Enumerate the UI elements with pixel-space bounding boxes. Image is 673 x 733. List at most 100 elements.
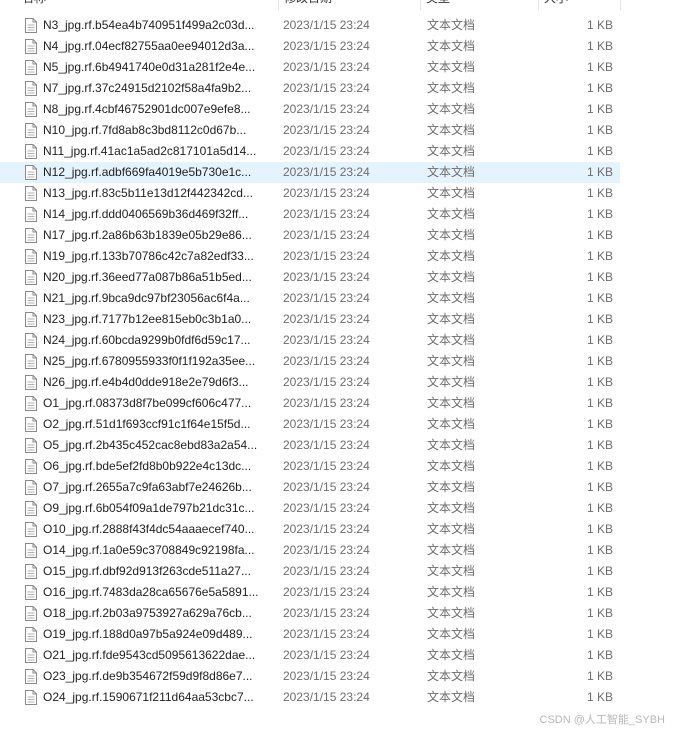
column-divider[interactable] (620, 0, 621, 10)
file-modified-date: 2023/1/15 23:24 (283, 690, 370, 704)
file-row[interactable]: O2_jpg.rf.51d1f693ccf91c1f64e15f5d... 202… (0, 414, 620, 435)
file-row[interactable]: N26_jpg.rf.e4b4d0dde918e2e79d6f3... 2023/… (0, 372, 620, 393)
text-document-icon (25, 144, 37, 159)
file-size: 1 KB (586, 60, 613, 74)
file-size: 1 KB (586, 669, 613, 683)
file-list: N3_jpg.rf.b54ea4b740951f499a2c03d... 2023… (0, 15, 620, 708)
file-row[interactable]: N4_jpg.rf.04ecf82755aa0ee94012d3a... 2023… (0, 36, 620, 57)
file-row[interactable]: O5_jpg.rf.2b435c452cac8ebd83a2a54... 2023… (0, 435, 620, 456)
file-row[interactable]: O18_jpg.rf.2b03a9753927a629a76cb... 2023/… (0, 603, 620, 624)
file-row[interactable]: N24_jpg.rf.60bcda9299b0fdf6d59c17... 2023… (0, 330, 620, 351)
file-size: 1 KB (586, 354, 613, 368)
file-modified-date: 2023/1/15 23:24 (283, 627, 370, 641)
file-row[interactable]: N19_jpg.rf.133b70786c42c7a82edf33... 2023… (0, 246, 620, 267)
file-size: 1 KB (586, 123, 613, 137)
file-row[interactable]: O23_jpg.rf.de9b354672f59d9f8d86e7... 2023… (0, 666, 620, 687)
file-name: O16_jpg.rf.7483da28ca65676e5a5891... (43, 585, 259, 599)
text-document-icon (25, 669, 37, 684)
file-name: O18_jpg.rf.2b03a9753927a629a76cb... (43, 606, 252, 620)
file-type: 文本文档 (427, 312, 476, 326)
file-row[interactable]: N12_jpg.rf.adbf669fa4019e5b730e1c... 2023… (0, 162, 620, 183)
file-row[interactable]: O21_jpg.rf.fde9543cd5095613622dae... 2023… (0, 645, 620, 666)
file-modified-date: 2023/1/15 23:24 (283, 585, 370, 599)
text-document-icon (25, 564, 37, 579)
file-size: 1 KB (586, 648, 613, 662)
file-modified-date: 2023/1/15 23:24 (283, 228, 370, 242)
file-type: 文本文档 (427, 564, 476, 578)
file-type: 文本文档 (427, 207, 476, 221)
file-size: 1 KB (586, 543, 613, 557)
file-type: 文本文档 (427, 459, 476, 473)
file-size: 1 KB (586, 18, 613, 32)
text-document-icon (25, 60, 37, 75)
file-row[interactable]: O19_jpg.rf.188d0a97b5a924e09d489... 2023/… (0, 624, 620, 645)
file-row[interactable]: O15_jpg.rf.dbf92d913f263cde511a27... 2023… (0, 561, 620, 582)
text-document-icon (25, 249, 37, 264)
text-document-icon (25, 543, 37, 558)
file-row[interactable]: O6_jpg.rf.bde5ef2fd8b0b922e4c13dc... 2023… (0, 456, 620, 477)
file-modified-date: 2023/1/15 23:24 (283, 480, 370, 494)
file-modified-date: 2023/1/15 23:24 (283, 186, 370, 200)
file-name: N3_jpg.rf.b54ea4b740951f499a2c03d... (43, 18, 255, 32)
file-row[interactable]: O7_jpg.rf.2655a7c9fa63abf7e24626b... 2023… (0, 477, 620, 498)
file-row[interactable]: O1_jpg.rf.08373d8f7be099cf606c477... 2023… (0, 393, 620, 414)
file-name: O14_jpg.rf.1a0e59c3708849c92198fa... (43, 543, 255, 557)
text-document-icon (25, 354, 37, 369)
text-document-icon (25, 417, 37, 432)
file-row[interactable]: N17_jpg.rf.2a86b63b1839e05b29e86... 2023/… (0, 225, 620, 246)
file-name: O23_jpg.rf.de9b354672f59d9f8d86e7... (43, 669, 253, 683)
text-document-icon (25, 312, 37, 327)
file-size: 1 KB (586, 417, 613, 431)
file-row[interactable]: O14_jpg.rf.1a0e59c3708849c92198fa... 2023… (0, 540, 620, 561)
file-type: 文本文档 (427, 375, 476, 389)
file-row[interactable]: N11_jpg.rf.41ac1a5ad2c817101a5d14... 2023… (0, 141, 620, 162)
file-row[interactable]: N14_jpg.rf.ddd0406569b36d469f32ff... 2023… (0, 204, 620, 225)
text-document-icon (25, 648, 37, 663)
file-size: 1 KB (586, 165, 613, 179)
file-row[interactable]: N23_jpg.rf.7177b12ee815eb0c3b1a0... 2023/… (0, 309, 620, 330)
text-document-icon (25, 480, 37, 495)
file-name: N10_jpg.rf.7fd8ab8c3bd8112c0d67b... (43, 123, 247, 137)
file-name: N14_jpg.rf.ddd0406569b36d469f32ff... (43, 207, 249, 221)
file-row[interactable]: O9_jpg.rf.6b054f09a1de797b21dc31c... 2023… (0, 498, 620, 519)
file-row[interactable]: N21_jpg.rf.9bca9dc97bf23056ac6f4a... 2023… (0, 288, 620, 309)
file-name: N20_jpg.rf.36eed77a087b86a51b5ed... (43, 270, 252, 284)
file-row[interactable]: N25_jpg.rf.6780955933f0f1f192a35ee... 202… (0, 351, 620, 372)
file-row[interactable]: N13_jpg.rf.83c5b11e13d12f442342cd... 2023… (0, 183, 620, 204)
file-row[interactable]: N7_jpg.rf.37c24915d2102f58a4fa9b2... 2023… (0, 78, 620, 99)
watermark: CSDN @人工智能_SYBH (539, 714, 665, 726)
file-type: 文本文档 (427, 270, 476, 284)
file-row[interactable]: N10_jpg.rf.7fd8ab8c3bd8112c0d67b... 2023/… (0, 120, 620, 141)
file-size: 1 KB (586, 564, 613, 578)
file-modified-date: 2023/1/15 23:24 (283, 102, 370, 116)
file-modified-date: 2023/1/15 23:24 (283, 18, 370, 32)
file-row[interactable]: O10_jpg.rf.2888f43f4dc54aaaecef740... 202… (0, 519, 620, 540)
file-type: 文本文档 (427, 333, 476, 347)
file-type: 文本文档 (427, 18, 476, 32)
file-type: 文本文档 (427, 669, 476, 683)
text-document-icon (25, 291, 37, 306)
column-header-type[interactable]: 类型 (420, 0, 538, 10)
file-row[interactable]: N20_jpg.rf.36eed77a087b86a51b5ed... 2023/… (0, 267, 620, 288)
file-type: 文本文档 (427, 144, 476, 158)
file-row[interactable]: N8_jpg.rf.4cbf46752901dc007e9efe8... 2023… (0, 99, 620, 120)
file-name: N25_jpg.rf.6780955933f0f1f192a35ee... (43, 354, 256, 368)
file-row[interactable]: O16_jpg.rf.7483da28ca65676e5a5891... 2023… (0, 582, 620, 603)
file-size: 1 KB (586, 270, 613, 284)
file-row[interactable]: N3_jpg.rf.b54ea4b740951f499a2c03d... 2023… (0, 15, 620, 36)
file-modified-date: 2023/1/15 23:24 (283, 438, 370, 452)
file-name: N7_jpg.rf.37c24915d2102f58a4fa9b2... (43, 81, 252, 95)
file-row[interactable]: O24_jpg.rf.1590671f211d64aa53cbc7... 2023… (0, 687, 620, 708)
file-modified-date: 2023/1/15 23:24 (283, 312, 370, 326)
file-name: O24_jpg.rf.1590671f211d64aa53cbc7... (43, 690, 254, 704)
file-modified-date: 2023/1/15 23:24 (283, 207, 370, 221)
file-modified-date: 2023/1/15 23:24 (283, 81, 370, 95)
file-name: O5_jpg.rf.2b435c452cac8ebd83a2a54... (43, 438, 258, 452)
column-header-modified[interactable]: 修改日期 (278, 0, 420, 10)
file-name: N4_jpg.rf.04ecf82755aa0ee94012d3a... (43, 39, 255, 53)
file-row[interactable]: N5_jpg.rf.6b4941740e0d31a281f2e4e... 2023… (0, 57, 620, 78)
column-header-name[interactable]: 名称 (16, 0, 278, 10)
file-type: 文本文档 (427, 102, 476, 116)
text-document-icon (25, 207, 37, 222)
column-header-size[interactable]: 大小 (538, 0, 620, 10)
